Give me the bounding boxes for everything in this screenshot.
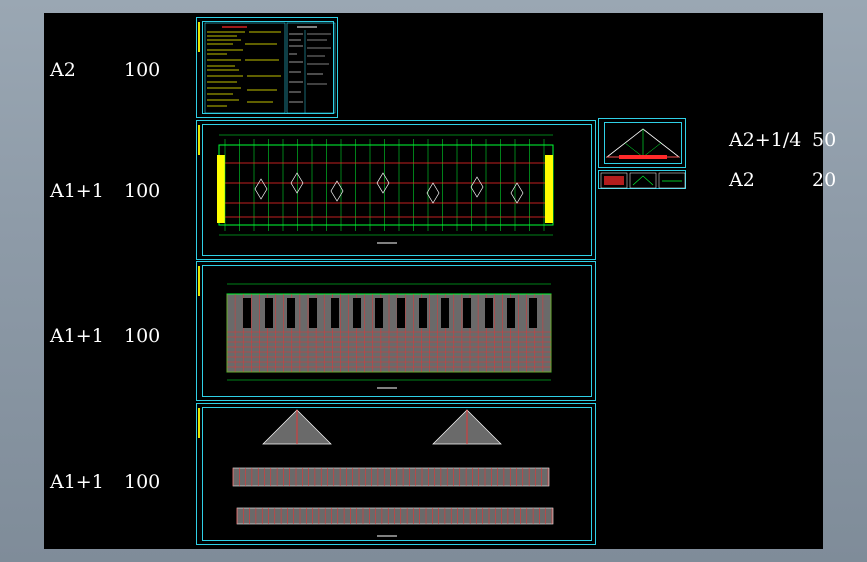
row1-scale-label: 100 [124, 59, 161, 81]
drawing-sheet-notes[interactable] [196, 17, 338, 118]
side2-scale-label: 20 [812, 169, 837, 191]
drawing-sheet-elevations[interactable] [196, 403, 596, 545]
details-drawing [600, 172, 686, 189]
drawing-sheet-details[interactable] [598, 170, 686, 189]
drawing-sheet-floor-plan[interactable] [196, 120, 596, 260]
row3-size-label: A1+1 [50, 325, 104, 347]
roof-section-drawing [605, 128, 681, 159]
row4-size-label: A1+1 [50, 471, 104, 493]
row2-scale-label: 100 [124, 180, 161, 202]
side2-size-label: A2 [729, 169, 755, 191]
row3-scale-label: 100 [124, 325, 161, 347]
notes-content [204, 22, 336, 114]
cad-model-space[interactable]: A2 100 A1+1 100 A1+1 100 A1+1 100 A2+1/4… [44, 13, 836, 549]
row1-size-label: A2 [50, 59, 76, 81]
roof-plan-drawing [226, 283, 552, 389]
side1-scale-label: 50 [812, 129, 837, 151]
side1-size-label: A2+1/4 [729, 129, 802, 151]
row4-scale-label: 100 [124, 471, 161, 493]
elevations-drawing [232, 409, 554, 537]
drawing-sheet-roof-section[interactable] [598, 118, 686, 168]
drawing-sheet-roof-plan[interactable] [196, 261, 596, 401]
row2-size-label: A1+1 [50, 180, 104, 202]
floor-plan-drawing [217, 134, 554, 244]
